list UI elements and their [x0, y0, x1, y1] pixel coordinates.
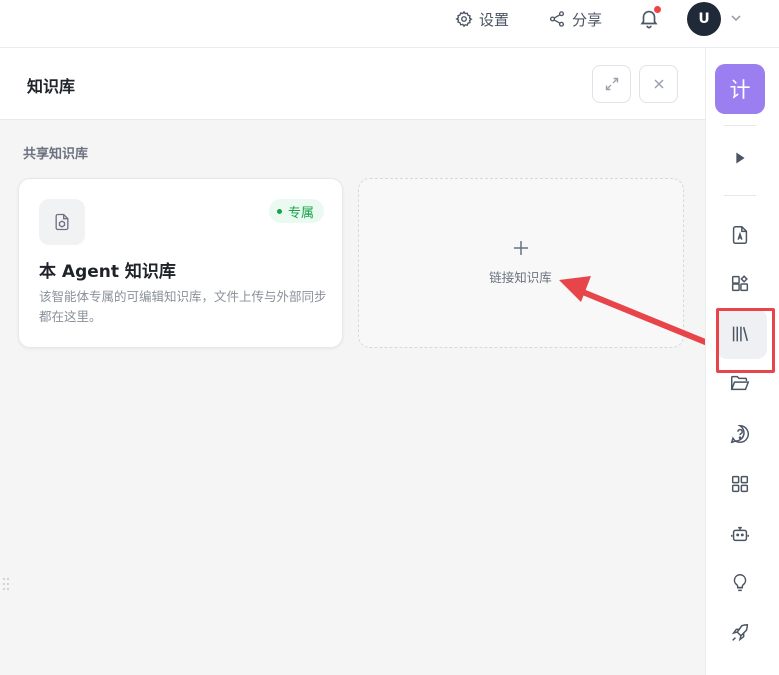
gear-icon — [455, 10, 473, 28]
expand-button[interactable] — [592, 65, 631, 103]
badge-dot — [276, 208, 282, 214]
document-icon[interactable] — [727, 222, 753, 248]
card-title: 本 Agent 知识库 — [39, 262, 176, 282]
share-label: 分享 — [572, 10, 603, 29]
drag-handle-icon[interactable] — [2, 576, 10, 592]
play-icon[interactable] — [727, 145, 753, 171]
expand-icon — [605, 77, 618, 91]
folder-icon[interactable] — [727, 370, 753, 396]
badge-label: 专属 — [287, 205, 314, 221]
settings-label: 设置 — [479, 10, 510, 29]
highlight-box — [716, 308, 775, 373]
plus-icon — [514, 241, 528, 255]
avatar[interactable]: U — [687, 2, 721, 36]
bot-icon[interactable] — [727, 521, 753, 547]
panel-header: 知识库 — [0, 48, 705, 120]
share-button[interactable]: 分享 — [548, 8, 602, 30]
knowledge-file-icon — [39, 199, 85, 245]
share-icon — [549, 11, 565, 27]
chevron-down-icon[interactable] — [730, 13, 742, 23]
section-label: 共享知识库 — [23, 147, 89, 162]
close-button[interactable] — [639, 65, 678, 103]
plugin-icon[interactable] — [727, 271, 753, 297]
grid-icon[interactable] — [727, 471, 753, 497]
notification-dot — [654, 6, 661, 13]
lightbulb-icon[interactable] — [727, 570, 753, 596]
status-badge: 专属 — [268, 199, 324, 223]
agent-avatar-button[interactable]: 计 — [715, 64, 765, 114]
agent-knowledge-card[interactable]: 专属 本 Agent 知识库 该智能体专属的可编辑知识库，文件上传与外部同步都在… — [18, 178, 343, 348]
divider — [724, 125, 756, 126]
knowledge-panel: 知识库 共享知识库 专属 本 Agent 知识库 该智能体专属的可编辑知识库，文… — [0, 48, 705, 675]
card-description: 该智能体专属的可编辑知识库，文件上传与外部同步都在这里。 — [39, 289, 327, 324]
page-title: 知识库 — [27, 77, 76, 96]
divider — [724, 195, 756, 196]
top-bar: 设置 分享 U — [0, 0, 779, 48]
settings-button[interactable]: 设置 — [455, 8, 509, 30]
help-icon[interactable] — [727, 421, 753, 447]
annotation-arrow — [559, 276, 718, 349]
right-sidebar: 计 — [705, 48, 779, 675]
close-icon — [653, 79, 664, 89]
rocket-icon[interactable] — [727, 620, 753, 646]
